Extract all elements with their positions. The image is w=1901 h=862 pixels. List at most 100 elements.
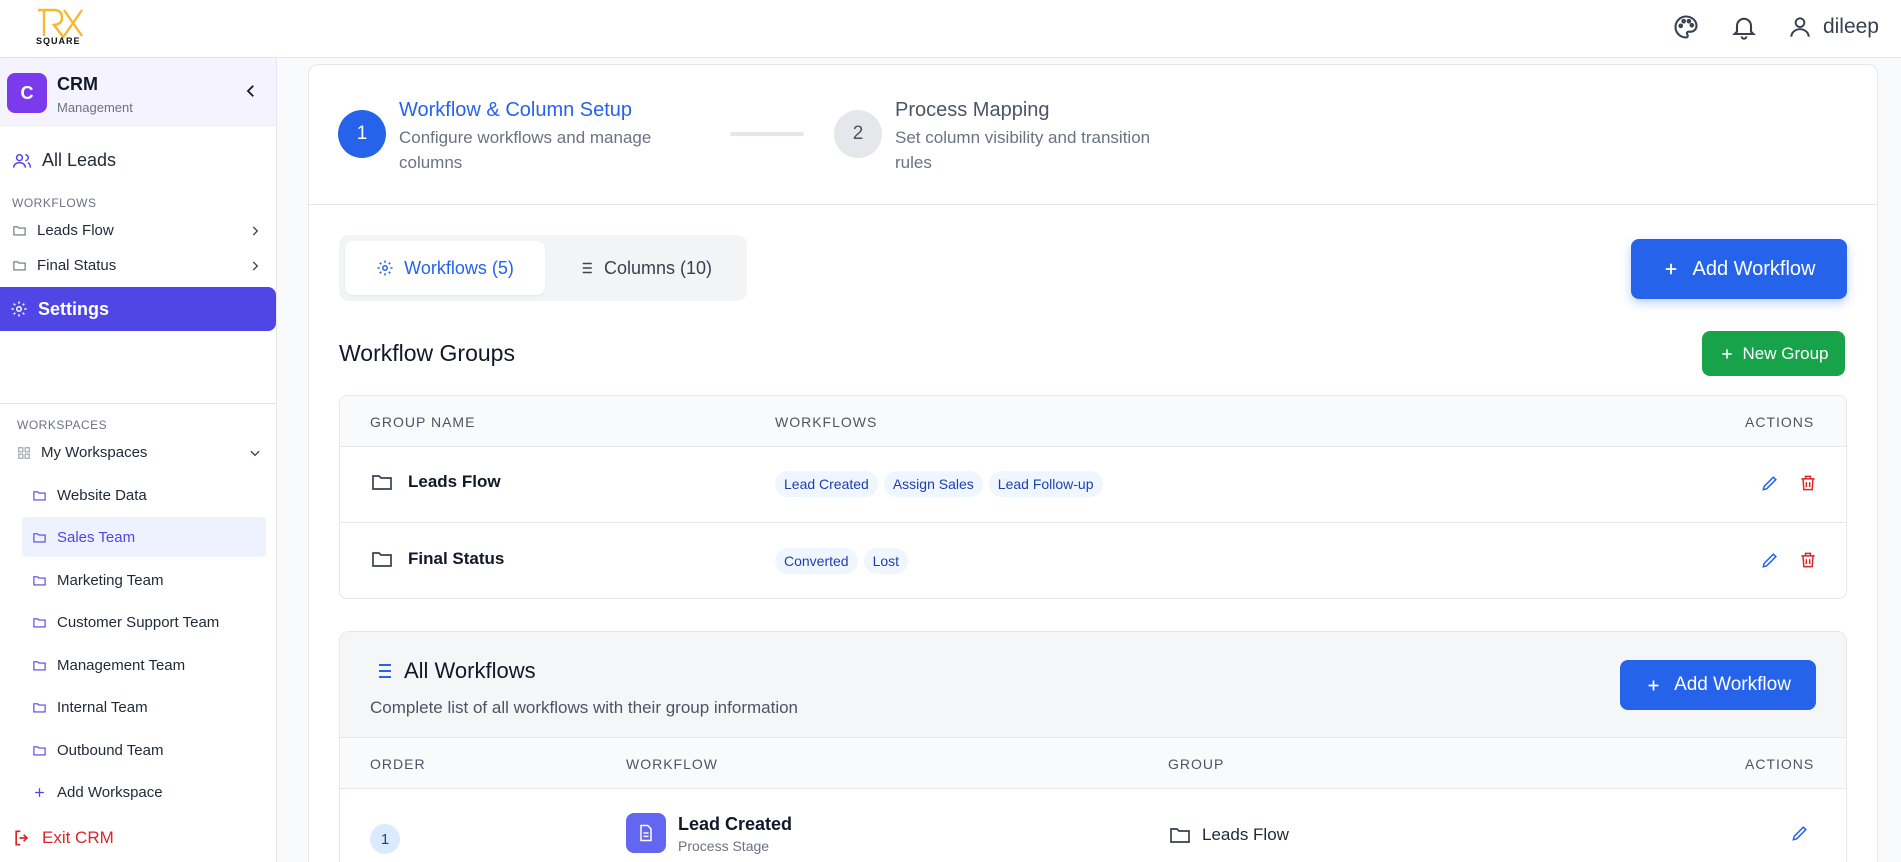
- pencil-icon[interactable]: [1760, 550, 1780, 570]
- workspace-label: Internal Team: [57, 698, 148, 716]
- palette-icon[interactable]: [1671, 12, 1701, 42]
- tab-label: Workflows (5): [404, 257, 514, 278]
- workspace-item-active[interactable]: Sales Team: [22, 517, 266, 557]
- user-name: dileep: [1822, 15, 1879, 38]
- logo-text: SQUARE: [36, 36, 81, 46]
- all-workflows-header: All Workflows Complete list of all workf…: [340, 632, 1846, 738]
- trash-icon[interactable]: [1798, 550, 1818, 570]
- add-workflow-button[interactable]: Add Workflow: [1631, 239, 1847, 299]
- chevron-right-icon: [252, 260, 259, 271]
- workflow-chip: Lost: [863, 548, 909, 574]
- workspaces-section-label: WORKSPACES: [17, 418, 108, 432]
- gear-icon: [377, 260, 393, 276]
- workspace-item[interactable]: Outbound Team: [22, 730, 266, 770]
- chevron-left-icon[interactable]: [242, 82, 260, 100]
- stepper: 1 Workflow & Column Setup Configure work…: [309, 65, 1877, 205]
- step-connector: [730, 132, 804, 136]
- workspace-label: Outbound Team: [57, 741, 164, 759]
- column-header: ACTIONS: [1745, 414, 1815, 430]
- chevron-down-icon: [250, 450, 260, 456]
- sidebar-item-label: Final Status: [37, 257, 117, 274]
- new-group-label: New Group: [1742, 343, 1829, 363]
- all-workflows-title: All Workflows: [370, 658, 536, 684]
- workflow-chip: Lead Follow-up: [988, 471, 1103, 497]
- plus-icon: [1648, 680, 1659, 690]
- sidebar: C CRM Management All Leads WORKFLOWS Lea…: [0, 58, 277, 862]
- sidebar-item-leads-flow[interactable]: Leads Flow: [12, 222, 262, 239]
- step-2-description: Set column visibility and transition rul…: [895, 128, 1151, 172]
- workspace-label: Management Team: [57, 656, 186, 674]
- folder-icon: [13, 226, 26, 236]
- folder-icon: [33, 617, 46, 627]
- table-row: Leads Flow Lead Created Assign Sales Lea…: [340, 447, 1846, 523]
- folder-icon: [33, 702, 46, 712]
- my-workspaces-label: My Workspaces: [41, 444, 148, 461]
- column-header: GROUP: [1168, 756, 1225, 772]
- workflow-type: Process Stage: [678, 838, 770, 854]
- step-1-title[interactable]: Workflow & Column Setup: [399, 99, 632, 122]
- workspace-item[interactable]: Internal Team: [22, 687, 266, 727]
- workflows-section-label: WORKFLOWS: [12, 196, 97, 210]
- column-header: WORKFLOWS: [775, 414, 878, 430]
- sidebar-divider: [0, 403, 276, 404]
- user-icon: [1790, 17, 1810, 37]
- add-workspace-button[interactable]: Add Workspace: [22, 772, 266, 812]
- my-workspaces-toggle[interactable]: My Workspaces: [17, 444, 262, 461]
- workflow-groups-table: GROUP NAME WORKFLOWS ACTIONS Leads Flow …: [339, 395, 1847, 599]
- trash-icon[interactable]: [1798, 473, 1818, 493]
- workflow-chips: Lead Created Assign Sales Lead Follow-up: [775, 471, 1103, 497]
- all-workflows-card: All Workflows Complete list of all workf…: [339, 631, 1847, 862]
- workspace-item[interactable]: Management Team: [22, 645, 266, 685]
- sidebar-item-final-status[interactable]: Final Status: [12, 257, 262, 274]
- folder-icon: [33, 532, 46, 542]
- plus-icon: [35, 787, 44, 797]
- exit-crm-button[interactable]: Exit CRM: [12, 828, 114, 848]
- folder-icon: [33, 745, 46, 755]
- exit-label: Exit CRM: [42, 828, 114, 847]
- pencil-icon[interactable]: [1790, 823, 1810, 843]
- workflow-groups-heading: Workflow Groups: [339, 340, 515, 366]
- logout-icon: [15, 830, 29, 846]
- user-menu[interactable]: dileep: [1787, 14, 1879, 40]
- crm-header: C CRM Management: [0, 58, 276, 126]
- workflow-chip: Lead Created: [775, 471, 878, 497]
- add-workflow-label: Add Workflow: [1674, 674, 1791, 695]
- group-name: Final Status: [370, 547, 504, 571]
- step-2-number[interactable]: 2: [834, 110, 882, 158]
- add-workflow-button-secondary[interactable]: Add Workflow: [1620, 660, 1816, 710]
- nav-all-leads[interactable]: All Leads: [12, 150, 116, 171]
- table-header: GROUP NAME WORKFLOWS ACTIONS: [340, 396, 1846, 447]
- tab-workflows[interactable]: Workflows (5): [345, 241, 545, 295]
- row-actions: [1760, 550, 1818, 570]
- plus-icon: [1721, 348, 1732, 359]
- order-badge: 1: [370, 824, 400, 854]
- tab-columns[interactable]: Columns (10): [547, 241, 741, 295]
- step-1-number[interactable]: 1: [338, 110, 386, 158]
- folder-icon: [33, 490, 46, 500]
- workspace-item[interactable]: Website Data: [22, 475, 266, 515]
- list-icon: [578, 262, 592, 274]
- workflow-chips: Converted Lost: [775, 548, 909, 574]
- workflow-group: Leads Flow: [1168, 823, 1289, 847]
- pencil-icon[interactable]: [1760, 473, 1780, 493]
- column-header: GROUP NAME: [370, 414, 476, 430]
- workspace-item[interactable]: Marketing Team: [22, 560, 266, 600]
- workflow-chip: Converted: [775, 548, 858, 574]
- sidebar-item-settings[interactable]: Settings: [0, 287, 276, 331]
- step-2-title[interactable]: Process Mapping: [895, 99, 1050, 122]
- workspace-label: Sales Team: [57, 528, 136, 546]
- users-icon: [12, 153, 32, 168]
- app-title: CRM: [57, 74, 98, 94]
- all-workflows-title-label: All Workflows: [404, 658, 536, 683]
- workspace-item[interactable]: Customer Support Team: [22, 602, 266, 642]
- new-group-button[interactable]: New Group: [1702, 331, 1845, 376]
- bell-icon[interactable]: [1729, 12, 1759, 42]
- list-icon: [374, 664, 391, 678]
- column-header: ORDER: [370, 756, 426, 772]
- grid-icon: [18, 446, 30, 459]
- workflow-name: Lead Created: [678, 814, 793, 834]
- add-workspace-label: Add Workspace: [57, 783, 163, 801]
- settings-panel: 1 Workflow & Column Setup Configure work…: [308, 64, 1878, 862]
- workspace-label: Customer Support Team: [57, 613, 220, 631]
- add-workflow-label: Add Workflow: [1692, 257, 1816, 280]
